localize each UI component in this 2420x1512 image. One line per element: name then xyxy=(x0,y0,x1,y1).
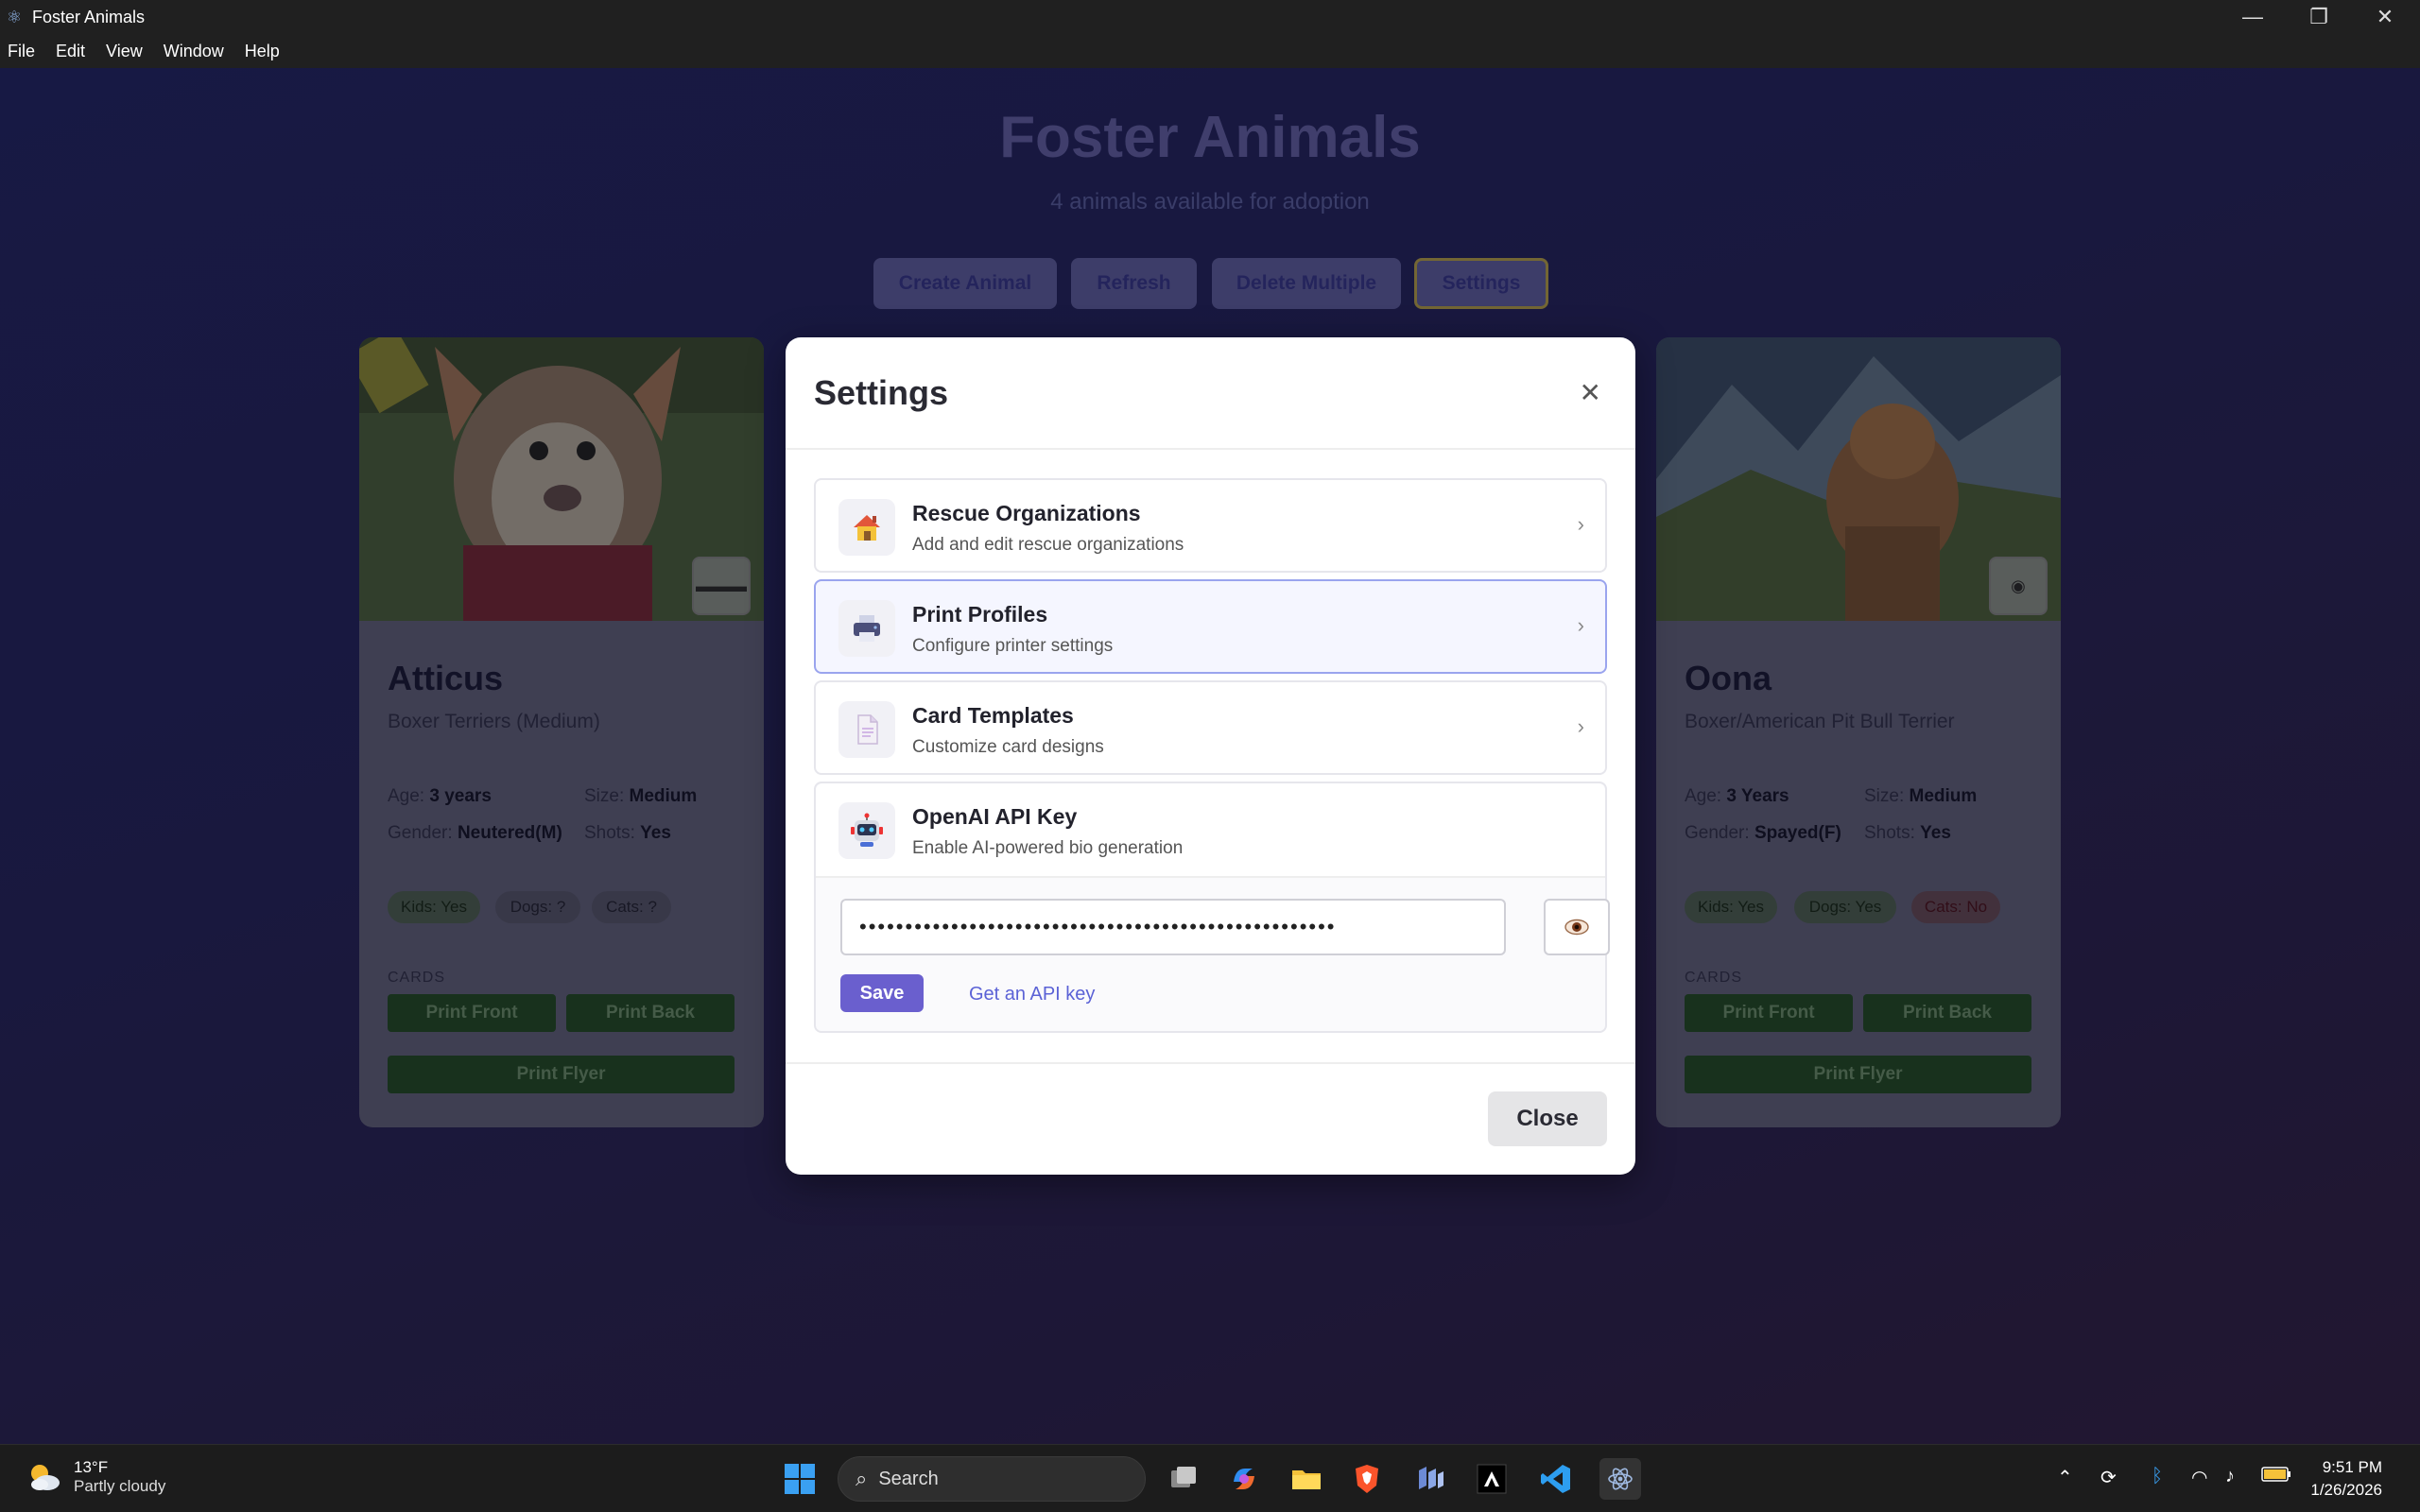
title-bar: ⚛ Foster Animals — ❐ ✕ xyxy=(0,0,2420,34)
window-title: Foster Animals xyxy=(32,7,146,26)
clock-date: 1/26/2026 xyxy=(2310,1481,2382,1499)
close-icon[interactable]: ✕ xyxy=(1580,377,1601,408)
api-key-input[interactable]: ••••••••••••••••••••••••••••••••••••••••… xyxy=(840,899,1506,955)
docker-desktop-icon[interactable] xyxy=(1412,1460,1450,1498)
menu-bar: File Edit View Window Help xyxy=(0,34,2420,68)
taskbar-search[interactable]: ⌕ Search xyxy=(838,1456,1146,1502)
settings-item-title: Rescue Organizations xyxy=(912,501,1141,525)
settings-modal: Settings ✕ Rescue Organizations Add and … xyxy=(786,337,1635,1175)
file-explorer-icon[interactable] xyxy=(1288,1460,1325,1498)
modal-title: Settings xyxy=(814,373,949,412)
settings-item-title: Print Profiles xyxy=(912,602,1048,627)
chevron-up-icon[interactable]: ⌃ xyxy=(2057,1466,2073,1489)
get-api-key-link[interactable]: Get an API key xyxy=(969,984,1095,1005)
settings-item-title: Card Templates xyxy=(912,703,1074,728)
api-key-header: OpenAI API Key Enable AI-powered bio gen… xyxy=(816,783,1605,878)
menu-window[interactable]: Window xyxy=(164,42,224,61)
search-icon: ⌕ xyxy=(856,1467,868,1490)
menu-view[interactable]: View xyxy=(106,42,143,61)
eye-icon[interactable] xyxy=(1544,899,1610,955)
close-window-icon[interactable]: ✕ xyxy=(2352,0,2418,34)
restore-icon[interactable]: ❐ xyxy=(2286,0,2352,34)
weather-temp: 13°F xyxy=(74,1458,109,1476)
document-icon xyxy=(838,701,895,758)
brave-browser-icon[interactable] xyxy=(1348,1460,1386,1498)
volume-icon[interactable]: ♪ xyxy=(2225,1466,2235,1487)
windows-start-icon[interactable] xyxy=(781,1460,819,1498)
settings-item-desc: Add and edit rescue organizations xyxy=(912,535,1184,555)
chevron-right-icon: › xyxy=(1577,714,1584,738)
clock-time: 9:51 PM xyxy=(2322,1458,2382,1476)
settings-item-desc: Customize card designs xyxy=(912,737,1104,757)
save-button[interactable]: Save xyxy=(840,974,924,1012)
partly-cloudy-icon xyxy=(31,1465,60,1490)
settings-item-rescue-organizations[interactable]: Rescue Organizations Add and edit rescue… xyxy=(814,478,1607,573)
bluetooth-icon[interactable]: ᛒ xyxy=(2152,1466,2163,1487)
foster-animals-app-icon[interactable] xyxy=(1599,1458,1641,1500)
minimize-icon[interactable]: — xyxy=(2220,0,2286,34)
weather-widget[interactable]: 13°F Partly cloudy xyxy=(25,1458,165,1496)
search-label: Search xyxy=(878,1468,939,1489)
robot-icon xyxy=(838,802,895,859)
weather-condition: Partly cloudy xyxy=(74,1477,166,1495)
divider xyxy=(786,448,1635,450)
taskbar: 13°F Partly cloudy ⌕ Search ⌃ ⟳ ᛒ ◠ ♪ 9:… xyxy=(0,1444,2420,1512)
menu-edit[interactable]: Edit xyxy=(56,42,85,61)
wifi-icon[interactable]: ◠ xyxy=(2191,1466,2207,1489)
openai-api-key-panel: OpenAI API Key Enable AI-powered bio gen… xyxy=(814,782,1610,1033)
chevron-right-icon: › xyxy=(1577,613,1584,637)
battery-icon[interactable] xyxy=(2261,1466,2291,1488)
electron-app-icon: ⚛ xyxy=(6,7,23,26)
menu-help[interactable]: Help xyxy=(245,42,280,61)
amd-software-icon[interactable] xyxy=(1473,1460,1511,1498)
printer-icon xyxy=(838,600,895,657)
divider xyxy=(786,1062,1635,1064)
sync-icon[interactable]: ⟳ xyxy=(2100,1466,2117,1489)
settings-item-desc: Configure printer settings xyxy=(912,636,1114,656)
settings-item-card-templates[interactable]: Card Templates Customize card designs › xyxy=(814,680,1607,775)
house-icon xyxy=(838,499,895,556)
vscode-icon[interactable] xyxy=(1537,1460,1575,1498)
settings-item-desc: Enable AI-powered bio generation xyxy=(912,838,1184,858)
chevron-right-icon: › xyxy=(1577,512,1584,536)
system-clock[interactable]: 9:51 PM 1/26/2026 xyxy=(2310,1456,2382,1502)
menu-file[interactable]: File xyxy=(8,42,35,61)
task-view-icon[interactable] xyxy=(1165,1460,1202,1498)
close-button[interactable]: Close xyxy=(1488,1091,1607,1146)
settings-item-title: OpenAI API Key xyxy=(912,804,1078,829)
settings-item-print-profiles[interactable]: Print Profiles Configure printer setting… xyxy=(814,579,1607,674)
copilot-icon[interactable] xyxy=(1225,1460,1263,1498)
